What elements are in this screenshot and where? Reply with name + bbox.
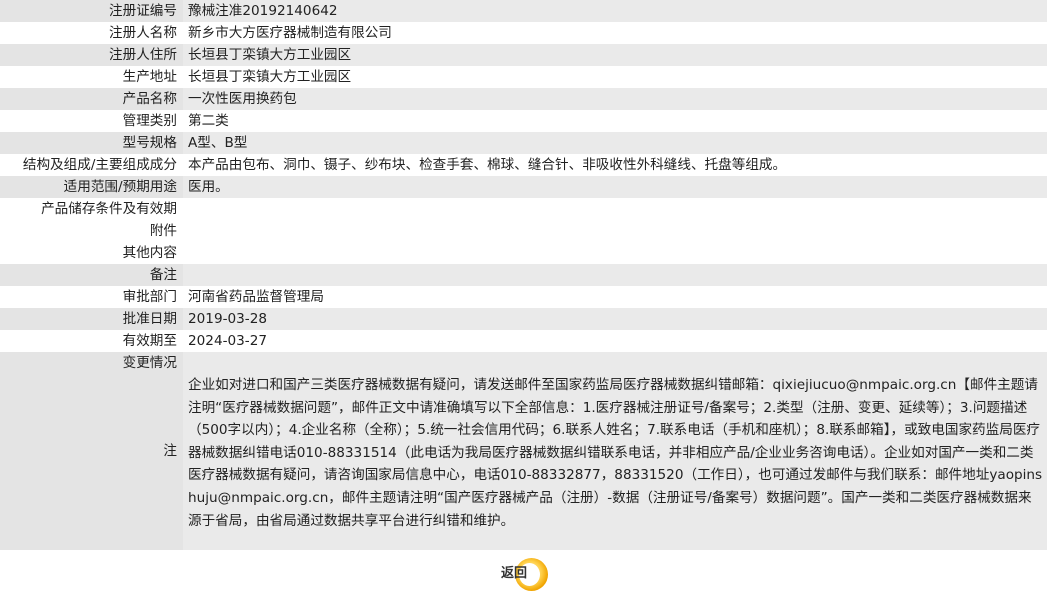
label-expiry-date: 有效期至 [122, 333, 177, 349]
label-registrant-address: 注册人住所 [0, 44, 183, 66]
row-structure-composition: 结构及组成/主要组成成分 本产品由包布、洞巾、镊子、纱布块、检查手套、棉球、缝合… [0, 154, 1047, 176]
label-production-address: 生产地址 [122, 69, 177, 85]
row-remarks: 备注 [0, 264, 1047, 286]
value-remarks [183, 264, 1047, 286]
row-approval-dept: 审批部门 河南省药品监督管理局 [0, 286, 1047, 308]
value-expiry-date: 2024-03-27 [188, 333, 268, 349]
back-button-label: 返回 [500, 566, 527, 581]
note-cell: 变更情况 企业如对进口和国产三类医疗器械数据有疑问，请发送邮件至国家药监局医疗器… [123, 352, 1047, 550]
label-note: 注 [0, 352, 183, 550]
label-change-history: 变更情况 [122, 355, 177, 371]
detail-table: 注册证编号 豫械注准20192140642 注册人名称 新乡市大方医疗器械制造有… [0, 0, 1047, 550]
value-model-spec: A型、B型 [188, 135, 248, 151]
row-product-name: 产品名称 一次性医用换药包 [0, 88, 1047, 110]
label-approval-dept: 审批部门 [122, 289, 177, 305]
value-other-content [183, 242, 1047, 264]
label-structure-composition: 结构及组成/主要组成成分 [22, 157, 177, 173]
label-model-spec: 型号规格 [0, 132, 183, 154]
row-registration-no: 注册证编号 豫械注准20192140642 [0, 0, 1047, 22]
row-registrant-address: 注册人住所 长垣县丁栾镇大方工业园区 [0, 44, 1047, 66]
row-intended-use: 适用范围/预期用途 医用。 [0, 176, 1047, 198]
value-production-address: 长垣县丁栾镇大方工业园区 [188, 69, 352, 85]
note-text: 企业如对进口和国产三类医疗器械数据有疑问，请发送邮件至国家药监局医疗器械数据纠错… [188, 377, 1043, 529]
value-registrant-name: 新乡市大方医疗器械制造有限公司 [188, 25, 392, 41]
note-label-text: 注 [163, 443, 177, 459]
value-product-name: 一次性医用换药包 [188, 91, 297, 107]
label-attachment: 附件 [149, 223, 177, 239]
label-other-content: 其他内容 [122, 245, 177, 261]
row-storage-validity: 产品储存条件及有效期 [0, 198, 1047, 220]
value-attachment [183, 220, 1047, 242]
label-remarks: 备注 [0, 264, 183, 286]
label-storage-validity: 产品储存条件及有效期 [41, 201, 177, 217]
label-intended-use: 适用范围/预期用途 [0, 176, 183, 198]
label-registration-no: 注册证编号 [0, 0, 183, 22]
row-model-spec: 型号规格 A型、B型 [0, 132, 1047, 154]
row-registrant-name: 注册人名称 新乡市大方医疗器械制造有限公司 [0, 22, 1047, 44]
row-management-class: 管理类别 第二类 [0, 110, 1047, 132]
label-registrant-name: 注册人名称 [109, 25, 177, 41]
value-storage-validity [183, 198, 1047, 220]
row-expiry-date: 有效期至 2024-03-27 [0, 330, 1047, 352]
value-registrant-address: 长垣县丁栾镇大方工业园区 [188, 47, 352, 63]
row-change-note: 注 变更情况 企业如对进口和国产三类医疗器械数据有疑问，请发送邮件至国家药监局医… [0, 352, 1047, 550]
value-approval-dept: 河南省药品监督管理局 [188, 289, 324, 305]
value-approval-date: 2019-03-28 [188, 311, 268, 327]
value-intended-use: 医用。 [188, 179, 229, 195]
back-button[interactable]: 返回 [497, 558, 549, 591]
row-production-address: 生产地址 长垣县丁栾镇大方工业园区 [0, 66, 1047, 88]
value-structure-composition: 本产品由包布、洞巾、镊子、纱布块、检查手套、棉球、缝合针、非吸收性外科缝线、托盘… [188, 157, 787, 173]
label-management-class: 管理类别 [122, 113, 177, 129]
value-registration-no: 豫械注准20192140642 [188, 3, 338, 19]
row-approval-date: 批准日期 2019-03-28 [0, 308, 1047, 330]
label-approval-date: 批准日期 [0, 308, 183, 330]
label-product-name: 产品名称 [0, 88, 183, 110]
row-attachment: 附件 [0, 220, 1047, 242]
value-management-class: 第二类 [188, 113, 229, 129]
row-other-content: 其他内容 [0, 242, 1047, 264]
